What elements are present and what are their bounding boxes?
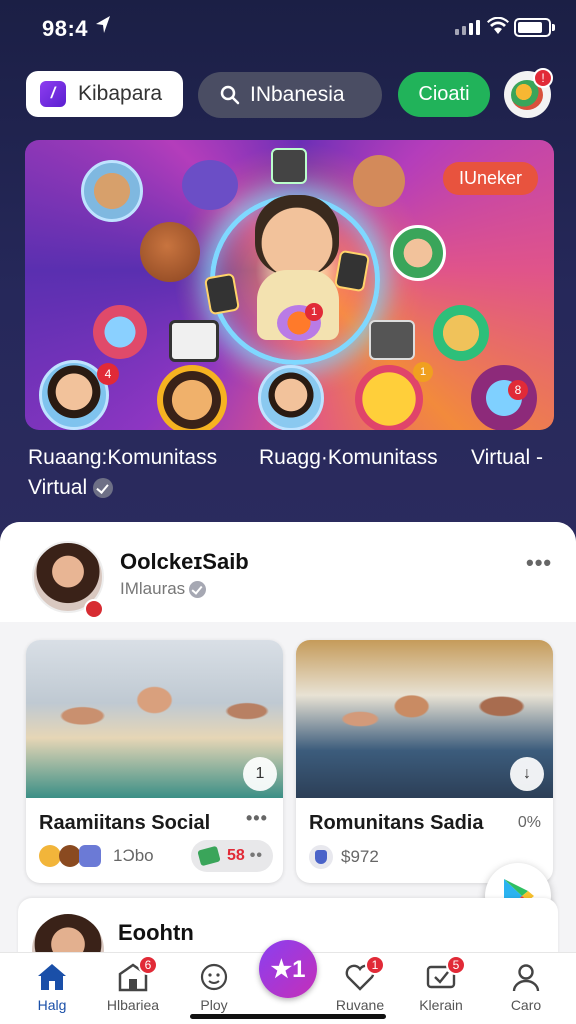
plush-toy-icon [182, 160, 238, 210]
card-title: Raamiitans Social [39, 812, 211, 834]
battery-icon [514, 18, 555, 37]
caption-1-line2-text: Virtual [28, 476, 88, 499]
card-more-button[interactable]: ••• [246, 808, 268, 829]
caption-1[interactable]: Ruaang:Komunitass [28, 446, 217, 470]
brand-label: Kibapara [78, 82, 163, 105]
profile-header: OolckeɪSaib IMlauras ••• [0, 522, 576, 622]
nav-item-tasks[interactable]: 5 Klerain [401, 955, 481, 1013]
cookie-emoji-icon [140, 222, 200, 282]
shield-icon [309, 845, 333, 869]
card-meta: 1Ɔbo [39, 845, 154, 867]
nav-item-home[interactable]: Halg [12, 961, 92, 1013]
paint-avatar-icon [93, 305, 147, 359]
hero-count-badge-4: 1 [305, 303, 323, 321]
card-title: Romunitans Sadia [309, 812, 484, 834]
members-icons [39, 845, 101, 867]
brand-button[interactable]: / Kibapara [26, 71, 183, 117]
toy-box-icon [433, 305, 489, 361]
chat-bubble-icon [471, 365, 537, 430]
home-indicator [190, 1014, 386, 1019]
card-left-icon [203, 272, 241, 316]
green-action-label: Cioati [418, 83, 470, 105]
checkbox-icon: 5 [424, 955, 466, 993]
nav-badge: 6 [138, 955, 158, 975]
avatar-notification-badge: ! [533, 68, 553, 88]
woman-avatar-icon [157, 365, 227, 430]
briefcase-icon [369, 320, 415, 360]
caption-2[interactable]: Ruagg·Komunitass [259, 446, 438, 470]
baby-avatar-icon [258, 365, 324, 430]
hero-badge[interactable]: IUneker [442, 162, 538, 195]
signal-icon [455, 20, 480, 35]
bear-toy-icon [353, 155, 405, 207]
profile-status-badge [84, 599, 104, 619]
card-percent: 0% [517, 814, 541, 831]
hero-character-head [255, 195, 339, 275]
reward-value: 58 [227, 847, 245, 864]
community-card[interactable]: ↓ Romunitans Sadia 0% $972 [296, 640, 553, 883]
status-time: 98:4 [42, 16, 89, 41]
location-arrow-icon [96, 16, 110, 33]
hero-banner[interactable]: IUneker 4 1 8 1 [25, 140, 554, 430]
search-button[interactable]: INbanesia [198, 72, 382, 118]
green-action-button[interactable]: Cioati [398, 72, 490, 117]
nav-label: Ploy [200, 997, 228, 1013]
post-author-name[interactable]: Eoohtn [118, 920, 194, 946]
nav-label: Klerain [419, 997, 463, 1013]
smiley-icon [200, 963, 228, 991]
caption-3[interactable]: Virtual - [471, 446, 543, 470]
caption-1-text: Ruaang:Komunitass [28, 446, 218, 469]
reward-dots: •• [249, 847, 263, 864]
profile-subtitle-text: IMlauras [120, 579, 186, 598]
profile-name[interactable]: OolckeɪSaib [120, 549, 249, 575]
nav-item-favorites[interactable]: 1 Ruvane [320, 955, 400, 1013]
wifi-icon [487, 17, 509, 34]
calendar-icon [169, 320, 219, 362]
profile-subtitle: IMlauras [120, 579, 207, 599]
reward-pill[interactable]: 58 •• [191, 840, 273, 872]
hero-count-badge-1: 4 [97, 363, 119, 385]
nav-item-store[interactable]: 6 Hlbariea [93, 955, 173, 1013]
nav-label: Halg [37, 997, 67, 1013]
profile-avatar-button[interactable]: ! [504, 68, 553, 118]
nav-item-profile[interactable]: Caro [486, 961, 566, 1013]
heart-icon: 1 [343, 955, 385, 993]
person-icon [512, 964, 540, 992]
verified-icon [93, 478, 114, 499]
hero-count-badge-2: 1 [413, 362, 433, 382]
nav-label: Caro [510, 997, 542, 1013]
card-meta-text: 1Ɔbo [113, 846, 154, 865]
nav-badge: 1 [365, 955, 385, 975]
card-meta: $972 [309, 845, 379, 869]
search-icon [220, 85, 240, 105]
card-count-chip[interactable]: 1 [243, 757, 277, 791]
status-bar: 98:4 [0, 0, 576, 56]
store-icon: 6 [116, 955, 158, 993]
search-label: INbanesia [250, 83, 345, 106]
girl-avatar-icon [390, 225, 446, 281]
more-options-button[interactable]: ••• [526, 550, 552, 576]
home-icon [38, 964, 66, 990]
nav-label: Ruvane [335, 997, 385, 1013]
download-button[interactable]: ↓ [510, 757, 544, 791]
create-button[interactable]: ★1 [259, 940, 317, 998]
hero-count-badge-3: 8 [508, 380, 528, 400]
brand-logo-icon: / [40, 81, 66, 107]
nav-item-play[interactable]: Ploy [174, 961, 254, 1013]
nav-label: Hlbariea [106, 997, 160, 1013]
money-icon [197, 845, 221, 867]
nav-badge: 5 [446, 955, 466, 975]
bear-avatar-icon [81, 160, 143, 222]
card-meta-text: $972 [341, 847, 379, 866]
verified-icon [189, 581, 207, 599]
box-top-icon [271, 148, 307, 184]
community-card[interactable]: 1 Raamiitans Social ••• 1Ɔbo 58 •• [26, 640, 283, 883]
caption-1-line2[interactable]: Virtual [28, 476, 114, 500]
